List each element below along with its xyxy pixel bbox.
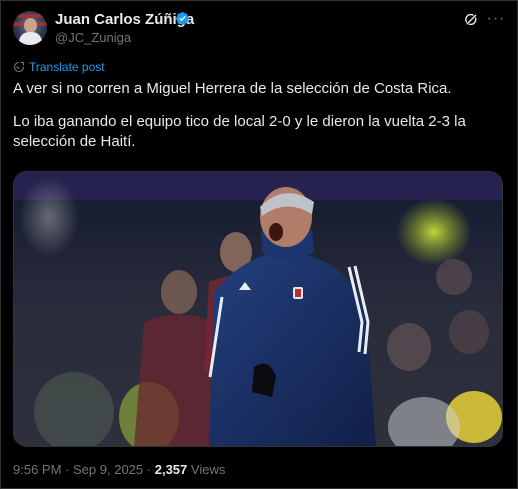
post-date[interactable]: Sep 9, 2025: [73, 462, 143, 477]
post: Juan Carlos Zúñiga @JC_Zuniga ··· Transl…: [0, 0, 518, 489]
translate-post-link[interactable]: Translate post: [13, 60, 105, 74]
post-time[interactable]: 9:56 PM: [13, 462, 61, 477]
post-meta: 9:56 PM · Sep 9, 2025 · 2,357 Views: [13, 462, 225, 477]
grok-icon[interactable]: [463, 11, 480, 28]
post-paragraph: A ver si no corren a Miguel Herrera de l…: [13, 80, 452, 97]
views-label: Views: [190, 462, 226, 477]
translate-icon: [13, 61, 25, 73]
meta-separator: ·: [146, 462, 152, 477]
views-count[interactable]: 2,357: [155, 462, 188, 477]
verified-badge-icon: [176, 12, 189, 25]
post-photo[interactable]: [13, 171, 503, 447]
photo-miguel-herrera: [14, 172, 502, 446]
translate-label: Translate post: [29, 60, 105, 74]
meta-separator: ·: [65, 462, 70, 477]
avatar-face: [24, 18, 37, 33]
post-paragraph: Lo iba ganando el equipo tico de local 2…: [13, 113, 466, 150]
post-text: A ver si no corren a Miguel Herrera de l…: [13, 79, 503, 152]
author-name[interactable]: Juan Carlos Zúñiga: [55, 11, 194, 28]
more-options-icon[interactable]: ···: [486, 10, 506, 28]
avatar-body: [19, 32, 42, 45]
avatar[interactable]: [13, 11, 47, 45]
author-handle[interactable]: @JC_Zuniga: [55, 30, 131, 45]
